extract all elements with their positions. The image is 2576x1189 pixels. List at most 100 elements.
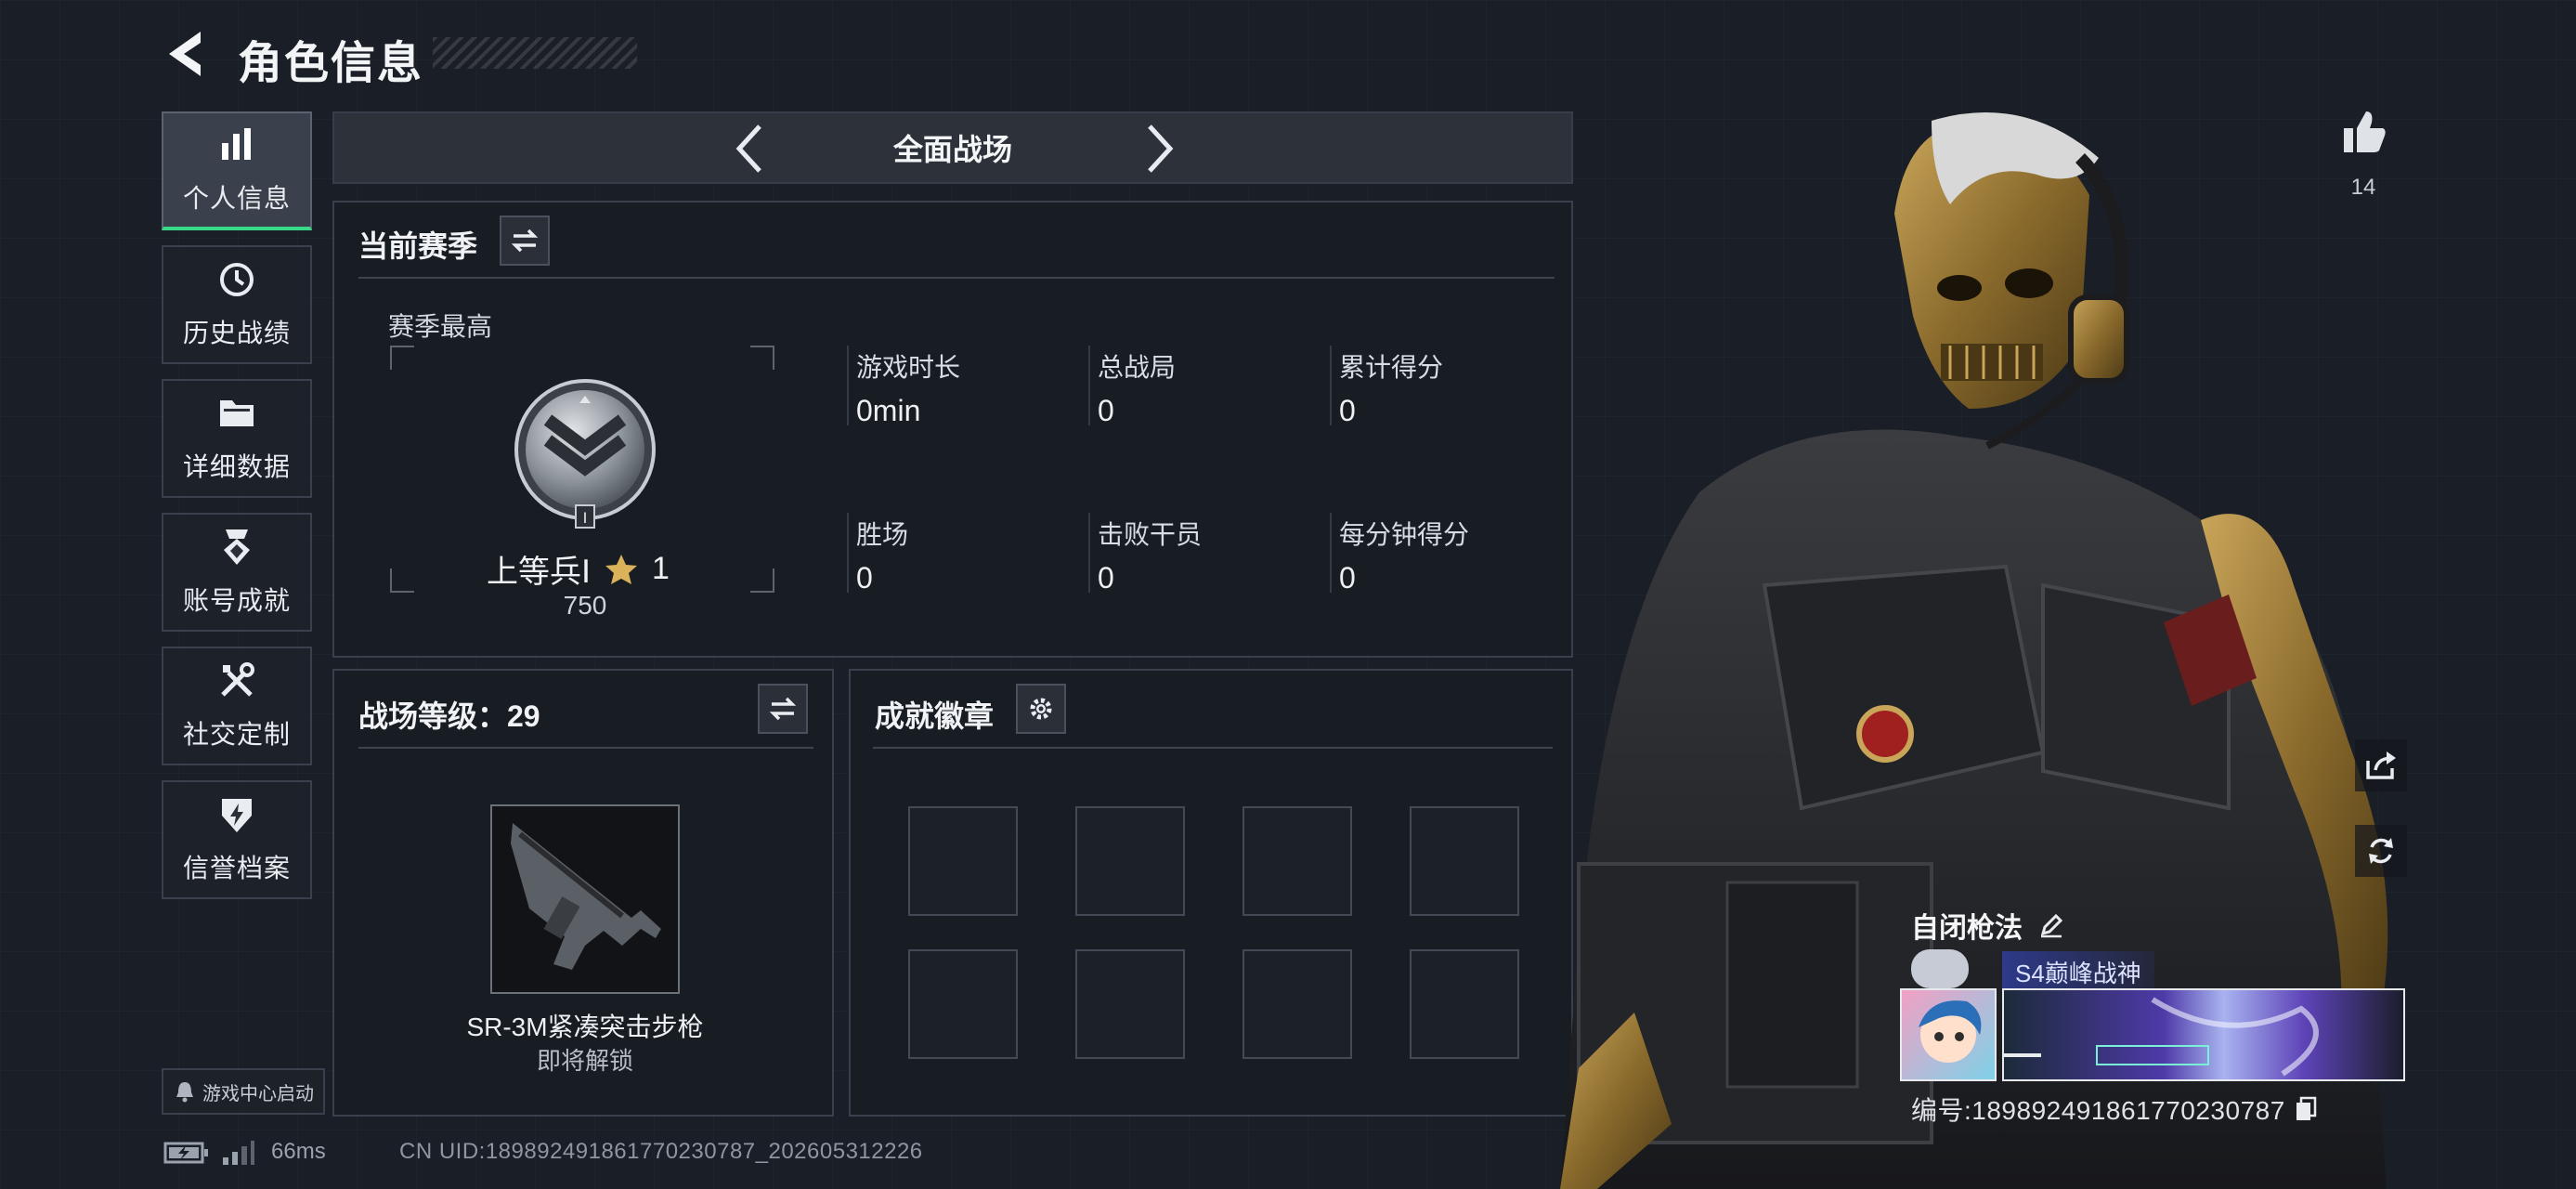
nav-item-credit[interactable]: 信誉档案: [162, 780, 312, 899]
rank-emblem: I: [511, 375, 659, 533]
nav-label: 个人信息: [182, 184, 291, 213]
edit-pencil-icon[interactable]: [2037, 911, 2065, 939]
rank-points: 750: [563, 591, 607, 620]
share-button[interactable]: [2355, 739, 2407, 791]
badges-divider: [873, 747, 1553, 749]
title-badge-icon: [1911, 949, 1969, 988]
weapon-name: SR-3M紧凑突击步枪: [466, 1013, 704, 1041]
stat-value: 0: [1098, 394, 1114, 427]
player-card[interactable]: 自闭枪法 S4巅峰战神 编号:1898924918617702307​87: [1900, 895, 2411, 1126]
stat-value: 0: [856, 561, 873, 594]
nav-label: 详细数据: [182, 452, 291, 481]
card-name-row: 自闭枪法: [1911, 905, 2065, 946]
frame-corner: [390, 346, 414, 370]
copy-icon[interactable]: [2295, 1096, 2317, 1122]
badge-slot[interactable]: [1410, 806, 1519, 916]
nav-item-achievements[interactable]: 账号成就: [162, 513, 312, 632]
bar-chart-icon: [216, 124, 257, 165]
mode-label: 全面战场: [892, 133, 1012, 166]
chevron-right-icon: [1148, 124, 1174, 173]
rank-stars: 1: [652, 551, 670, 586]
chevron-left-icon: [735, 124, 761, 173]
refresh-button[interactable]: [2355, 825, 2407, 877]
badges-settings-button[interactable]: [1016, 684, 1066, 734]
back-arrow-icon: [169, 32, 201, 76]
signal-icon: [221, 1139, 256, 1171]
swap-icon: [769, 697, 797, 721]
player-id: 编号:1898924918617702307​87: [1911, 1096, 2285, 1125]
swap-icon: [511, 229, 539, 253]
badges-title: 成就徽章: [875, 699, 995, 733]
season-best-label: 赛季最高: [388, 312, 493, 341]
nav-item-history[interactable]: 历史战绩: [162, 245, 312, 364]
rifle-icon: [511, 823, 661, 970]
weapon-image[interactable]: [490, 804, 680, 994]
stat-separator: [1088, 513, 1090, 593]
page-title: 角色信息: [238, 39, 424, 88]
game-center-button[interactable]: 游戏中心启动: [162, 1068, 325, 1115]
nav-label: 账号成就: [182, 586, 291, 615]
nav-item-detailed-data[interactable]: 详细数据: [162, 379, 312, 498]
gear-icon: [1030, 698, 1052, 720]
title-tag: S4巅峰战神: [2002, 951, 2154, 993]
stat-value: 0: [1339, 394, 1356, 427]
season-divider: [358, 277, 1555, 279]
frame-corner: [750, 346, 774, 370]
stat-separator: [1330, 346, 1332, 425]
weapon-status: 即将解锁: [536, 1047, 633, 1075]
stat-separator: [847, 346, 849, 425]
badge-slot[interactable]: [1075, 949, 1185, 1059]
uid-text: CN UID:1898924918617702307​87_2026053122…: [399, 1139, 923, 1164]
game-center-label: 游戏中心启动: [202, 1083, 314, 1104]
badge-slot[interactable]: [908, 806, 1018, 916]
stat-label: 总战局: [1098, 353, 1177, 382]
badge-slot[interactable]: [908, 949, 1018, 1059]
rank-roman: I: [583, 509, 588, 527]
refresh-icon: [2369, 838, 2393, 864]
bell-icon: [176, 1082, 193, 1103]
folder-icon: [216, 393, 257, 434]
shield-lightning-icon: [216, 794, 257, 835]
stat-label: 累计得分: [1339, 353, 1444, 382]
nav-label: 历史战绩: [182, 319, 291, 347]
tools-icon: [216, 660, 257, 701]
avatar[interactable]: [1900, 988, 1997, 1081]
mode-prev-button[interactable]: [730, 121, 771, 176]
stat-value: 0min: [856, 394, 921, 427]
badge-slot[interactable]: [1242, 949, 1352, 1059]
stat-label: 击败干员: [1098, 520, 1203, 549]
badge-slot[interactable]: [1410, 949, 1519, 1059]
frame-corner: [750, 568, 774, 593]
star-icon: [605, 554, 638, 584]
like-count: 14: [2350, 175, 2376, 200]
back-button[interactable]: [163, 28, 210, 80]
mode-next-button[interactable]: [1138, 121, 1179, 176]
name-card-banner[interactable]: [2002, 988, 2405, 1081]
stat-label: 游戏时长: [856, 353, 961, 382]
stat-separator: [1088, 346, 1090, 425]
nav-item-social[interactable]: 社交定制: [162, 647, 312, 765]
share-icon: [2366, 751, 2396, 779]
rank-name: 上等兵Ⅰ: [487, 555, 592, 590]
battle-level-switch-button[interactable]: [758, 684, 808, 734]
season-switch-button[interactable]: [500, 216, 550, 266]
achievement-medal-icon: [216, 527, 257, 568]
rank-row: 上等兵Ⅰ 1: [487, 546, 670, 592]
ping-value: 66ms: [271, 1139, 326, 1164]
card-id-row: 编号:1898924918617702307​87: [1911, 1091, 2317, 1128]
stat-value: 0: [1098, 561, 1114, 594]
nav-item-personal-info[interactable]: 个人信息: [162, 111, 312, 230]
stat-label: 胜场: [856, 520, 909, 549]
season-title: 当前赛季: [358, 229, 478, 263]
stat-value: 0: [1339, 561, 1356, 594]
badge-slot[interactable]: [1242, 806, 1352, 916]
frame-corner: [390, 568, 414, 593]
nav-label: 信誉档案: [182, 854, 291, 882]
history-clock-icon: [216, 259, 257, 300]
badge-slot[interactable]: [1075, 806, 1185, 916]
title-decoration: [433, 37, 637, 69]
like-button[interactable]: [2338, 106, 2390, 163]
nav-label: 社交定制: [182, 720, 291, 749]
battery-icon: [163, 1141, 210, 1169]
thumbs-up-icon: [2344, 111, 2386, 152]
